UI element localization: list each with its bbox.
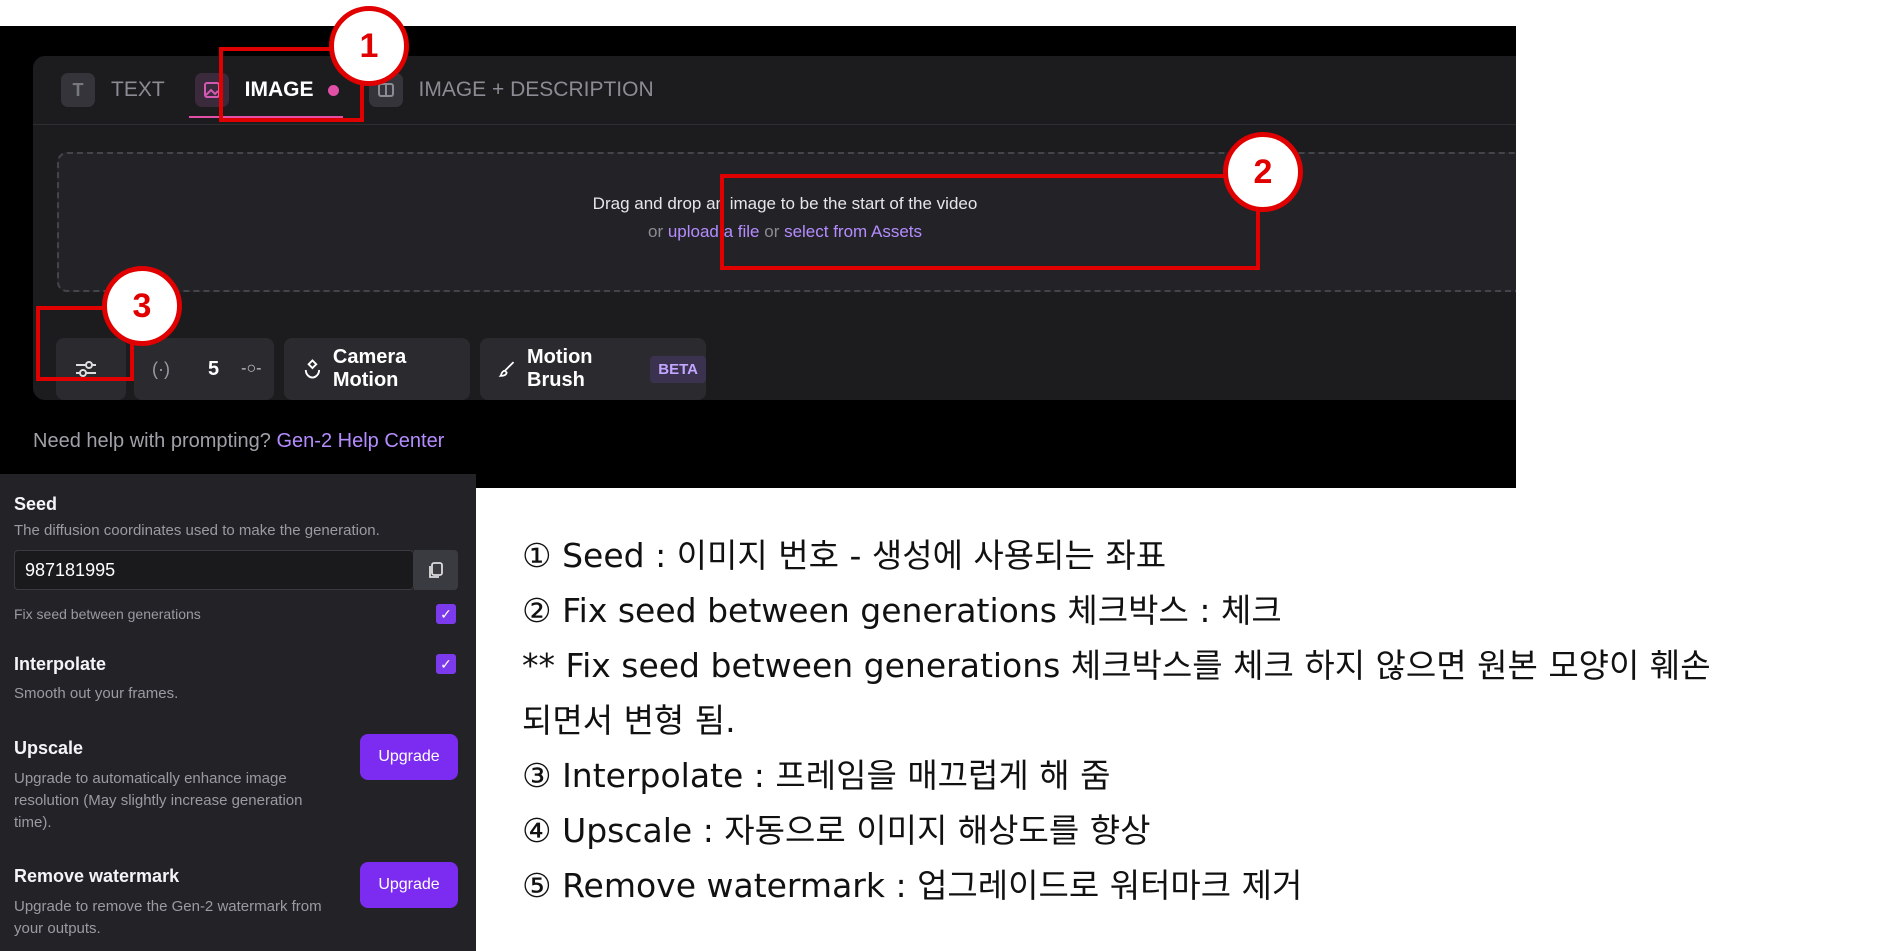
- motion-brush-button[interactable]: Motion Brush BETA: [480, 338, 706, 400]
- annotation-notes: ① Seed : 이미지 번호 - 생성에 사용되는 좌표 ② Fix seed…: [522, 528, 1711, 913]
- help-line: Need help with prompting? Gen-2 Help Cen…: [33, 430, 444, 453]
- motion-brush-label: Motion Brush: [527, 346, 593, 391]
- duration-paren: (·): [152, 358, 170, 379]
- remove-watermark-title: Remove watermark: [14, 866, 180, 886]
- seed-title: Seed: [14, 494, 58, 514]
- upscale-title: Upscale: [14, 738, 84, 758]
- fix-seed-label: Fix seed between generations: [14, 606, 201, 622]
- note-remove-watermark: ⑤ Remove watermark : 업그레이드로 워터마크 제거: [522, 866, 1303, 905]
- tab-image-description[interactable]: IMAGE + DESCRIPTION: [368, 56, 654, 124]
- note-upscale: ④ Upscale : 자동으로 이미지 해상도를 향상: [522, 811, 1151, 850]
- note-fix-seed-warning: ** Fix seed between generations 체크박스를 체크…: [522, 646, 1711, 685]
- callout-3: 3: [102, 266, 182, 346]
- remove-watermark-upgrade-button[interactable]: Upgrade: [360, 862, 458, 908]
- or-text: or: [647, 222, 668, 241]
- duration-slider-icon: -○-: [241, 360, 262, 377]
- callout-1: 1: [329, 6, 409, 86]
- beta-badge: BETA: [650, 355, 706, 383]
- advanced-settings-panel: Seed The diffusion coordinates used to m…: [0, 474, 476, 951]
- help-center-link[interactable]: Gen-2 Help Center: [276, 430, 444, 452]
- text-icon: T: [61, 73, 95, 107]
- tab-image-description-label: IMAGE + DESCRIPTION: [418, 78, 654, 101]
- tab-text-label: TEXT: [111, 78, 165, 101]
- camera-motion-label: Camera Motion: [332, 346, 407, 391]
- note-fix-seed-warning-cont: 되면서 변형 됨.: [522, 701, 736, 740]
- remove-watermark-description: Upgrade to remove the Gen-2 watermark fr…: [14, 898, 322, 937]
- tab-text[interactable]: T TEXT: [61, 56, 165, 124]
- upscale-description: Upgrade to automatically enhance image r…: [14, 770, 303, 831]
- duration-control[interactable]: (·) 5 -○-: [134, 338, 274, 400]
- upscale-upgrade-button[interactable]: Upgrade: [360, 734, 458, 780]
- duration-value: 5: [207, 357, 220, 380]
- camera-motion-button[interactable]: Camera Motion: [284, 338, 470, 400]
- copy-icon: [429, 562, 443, 578]
- fix-seed-checkbox[interactable]: ✓: [436, 604, 456, 624]
- interpolate-checkbox[interactable]: ✓: [436, 654, 456, 674]
- help-text: Need help with prompting?: [33, 430, 277, 452]
- interpolate-description: Smooth out your frames.: [14, 685, 179, 702]
- copy-seed-button[interactable]: [414, 550, 458, 590]
- callout-2: 2: [1223, 132, 1303, 212]
- seed-description: The diffusion coordinates used to make t…: [14, 522, 380, 539]
- note-interpolate: ③ Interpolate : 프레임을 매끄럽게 해 줌: [522, 756, 1111, 795]
- note-fix-seed: ② Fix seed between generations 체크박스 : 체크: [522, 591, 1282, 630]
- brush-icon: [498, 361, 515, 377]
- interpolate-title: Interpolate: [14, 654, 107, 674]
- note-seed: ① Seed : 이미지 번호 - 생성에 사용되는 좌표: [522, 536, 1167, 575]
- camera-motion-icon: [304, 359, 321, 379]
- callout-box-dropzone: [720, 174, 1260, 270]
- seed-input[interactable]: 987181995: [14, 550, 414, 590]
- tab-divider: [33, 124, 1516, 125]
